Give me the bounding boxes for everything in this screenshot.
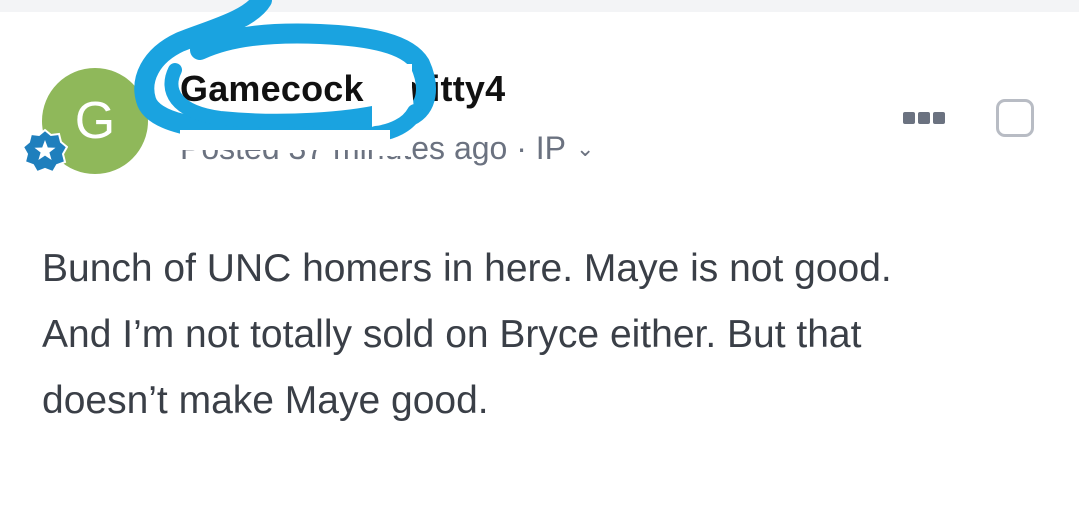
top-divider [0,0,1079,12]
post-body-line: Bunch of UNC homers in here. Maye is not… [42,247,892,290]
avatar-letter: G [74,92,116,150]
author-name[interactable]: Gamecock Smitty4 [180,68,505,110]
more-options-button[interactable] [898,104,950,132]
post-body-line: doesn’t make Maye good. [42,379,489,422]
post-card: G Gamecock Smitty4 Posted 37 minutes ago… [0,0,1079,506]
post-meta-text: Posted 37 minutes ago · IP [180,130,566,166]
post-body: Bunch of UNC homers in here. Maye is not… [42,236,1042,434]
post-meta: Posted 37 minutes ago · IP ⌄ [180,130,594,167]
select-checkbox[interactable] [996,99,1034,137]
star-badge-icon [22,128,68,174]
post-body-line: And I’m not totally sold on Bryce either… [42,313,862,356]
more-options-icon [903,112,915,124]
more-options-icon [918,112,930,124]
more-options-icon [933,112,945,124]
chevron-down-icon[interactable]: ⌄ [576,136,594,162]
